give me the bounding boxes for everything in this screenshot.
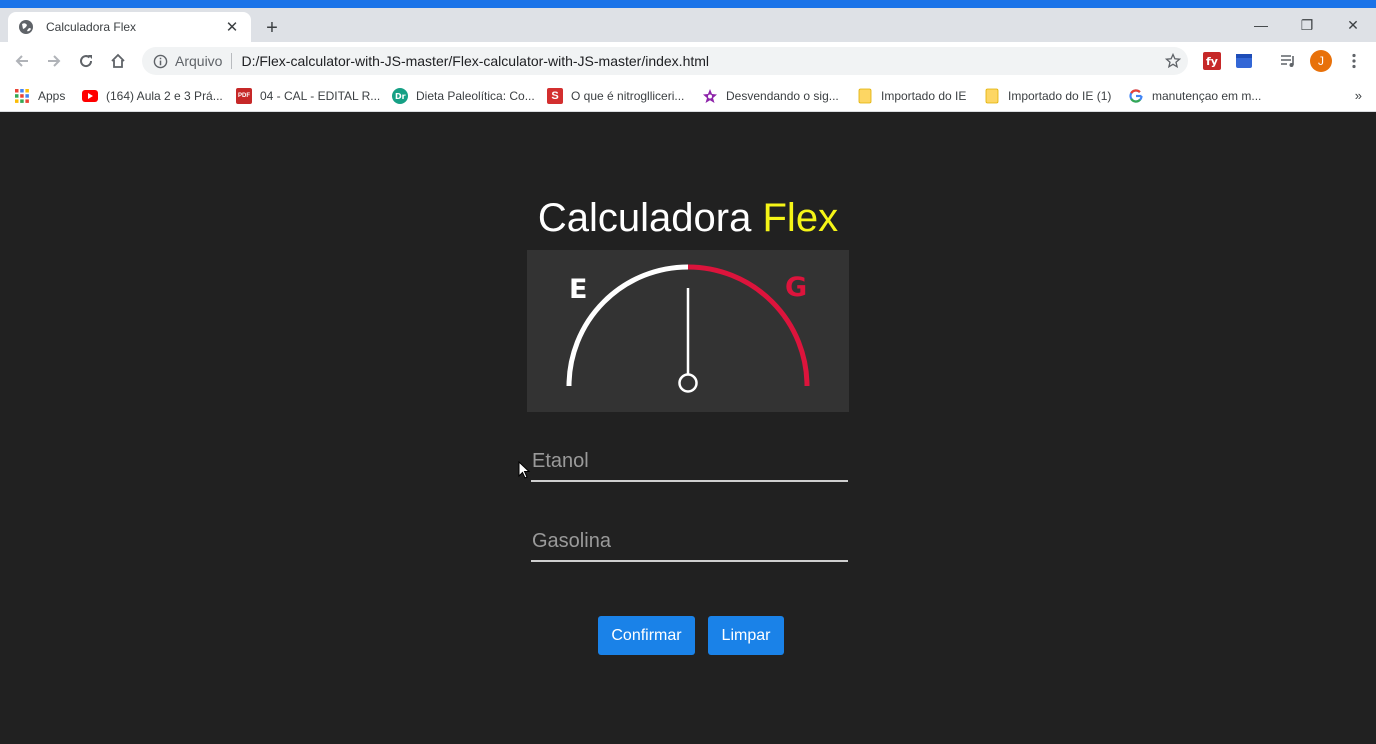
google-icon bbox=[1128, 88, 1144, 104]
bookmark-dieta[interactable]: Dr Dieta Paleolítica: Co... bbox=[392, 85, 535, 107]
bookmark-label: (164) Aula 2 e 3 Prá... bbox=[106, 89, 223, 103]
bookmark-label: Desvendando o sig... bbox=[726, 89, 839, 103]
bookmark-label: Importado do IE (1) bbox=[1008, 89, 1112, 103]
bookmark-label: 04 - CAL - EDITAL R... bbox=[260, 89, 381, 103]
bookmark-youtube[interactable]: (164) Aula 2 e 3 Prá... bbox=[82, 85, 223, 107]
address-bar[interactable]: Arquivo D:/Flex-calculator-with-JS-maste… bbox=[142, 47, 1188, 75]
site-dr-icon: Dr bbox=[392, 88, 408, 104]
bookmark-label: Importado do IE bbox=[881, 89, 967, 103]
etanol-input[interactable] bbox=[531, 442, 848, 480]
extension-calendar-icon[interactable] bbox=[1234, 51, 1254, 71]
info-icon[interactable] bbox=[152, 53, 168, 69]
restore-button[interactable]: ❐ bbox=[1284, 12, 1330, 38]
bookmark-label: Dieta Paleolítica: Co... bbox=[416, 89, 535, 103]
globe-icon bbox=[18, 19, 34, 35]
media-control-icon[interactable] bbox=[1278, 51, 1298, 71]
folder-icon bbox=[857, 88, 873, 104]
youtube-icon bbox=[82, 88, 98, 104]
folder-icon bbox=[984, 88, 1000, 104]
close-window-button[interactable]: ✕ bbox=[1330, 12, 1376, 38]
gasolina-field bbox=[531, 522, 848, 562]
back-button[interactable] bbox=[9, 48, 35, 74]
bookmark-pdf[interactable]: PDF 04 - CAL - EDITAL R... bbox=[236, 85, 380, 107]
gauge-label-g: G bbox=[785, 272, 807, 303]
page-content: Calculadora Flex E G Confirmar Limpar bbox=[0, 112, 1376, 744]
etanol-field bbox=[531, 442, 848, 482]
title-main: Calculadora bbox=[537, 196, 752, 240]
scheme-label: Arquivo bbox=[175, 53, 223, 69]
window-accent-strip bbox=[0, 0, 1376, 8]
tab-title: Calculadora Flex bbox=[46, 20, 137, 34]
bookmark-nitro[interactable]: S O que é nitroglliceri... bbox=[547, 85, 684, 107]
bookmark-star-icon[interactable] bbox=[1158, 47, 1188, 75]
browser-toolbar: Arquivo D:/Flex-calculator-with-JS-maste… bbox=[0, 42, 1376, 80]
svg-text:Dr: Dr bbox=[395, 92, 406, 101]
gauge-label-e: E bbox=[569, 274, 587, 305]
bookmark-folder-ie-1[interactable]: Importado do IE (1) bbox=[984, 85, 1111, 107]
svg-text:fy: fy bbox=[1206, 55, 1218, 68]
bookmark-label: O que é nitroglliceri... bbox=[571, 89, 685, 103]
home-icon bbox=[111, 53, 125, 68]
new-tab-button[interactable]: + bbox=[260, 16, 284, 40]
minimize-icon: — bbox=[1254, 17, 1268, 33]
page-title: Calculadora Flex bbox=[0, 196, 1376, 241]
pdf-icon: PDF bbox=[236, 88, 252, 104]
home-button[interactable] bbox=[105, 48, 131, 74]
tab-close-icon[interactable]: ✕ bbox=[223, 18, 241, 36]
bookmark-desvendando[interactable]: Desvendando o sig... bbox=[702, 85, 839, 107]
url-text[interactable]: D:/Flex-calculator-with-JS-master/Flex-c… bbox=[241, 53, 1158, 69]
restore-icon: ❐ bbox=[1300, 16, 1314, 33]
menu-dots-icon[interactable] bbox=[1344, 51, 1364, 71]
bookmark-folder-ie[interactable]: Importado do IE bbox=[857, 85, 966, 107]
bookmarks-overflow-button[interactable]: » bbox=[1355, 88, 1362, 103]
title-accent: Flex bbox=[762, 196, 839, 240]
minimize-button[interactable]: — bbox=[1238, 12, 1284, 38]
bookmark-google[interactable]: manutençao em m... bbox=[1128, 85, 1261, 107]
gasolina-input[interactable] bbox=[531, 522, 848, 560]
extension-fy-icon[interactable]: fy bbox=[1202, 51, 1222, 71]
mouse-cursor-icon bbox=[518, 461, 531, 479]
address-divider bbox=[231, 53, 233, 69]
close-icon: ✕ bbox=[1347, 16, 1359, 33]
forward-arrow-icon bbox=[48, 55, 61, 67]
bookmark-label: Apps bbox=[38, 89, 66, 103]
fuel-gauge: E G bbox=[527, 250, 849, 412]
bookmarks-bar: Apps (164) Aula 2 e 3 Prá... PDF 04 - CA… bbox=[0, 80, 1376, 112]
tab-bar: Calculadora Flex ✕ + — ❐ ✕ bbox=[0, 8, 1376, 42]
bookmark-apps[interactable]: Apps bbox=[14, 85, 65, 107]
bookmark-label: manutençao em m... bbox=[1152, 89, 1262, 103]
reload-button[interactable] bbox=[73, 48, 99, 74]
reload-icon bbox=[80, 55, 93, 68]
apps-grid-icon bbox=[14, 88, 30, 104]
browser-tab-active[interactable]: Calculadora Flex ✕ bbox=[8, 12, 251, 42]
gauge-pivot bbox=[678, 373, 698, 393]
profile-avatar[interactable]: J bbox=[1310, 50, 1332, 72]
site-s-icon: S bbox=[547, 88, 563, 104]
profile-initial: J bbox=[1318, 54, 1324, 68]
clear-button[interactable]: Limpar bbox=[708, 616, 784, 655]
flower-icon bbox=[702, 88, 718, 104]
back-arrow-icon bbox=[15, 55, 28, 67]
forward-button[interactable] bbox=[41, 48, 67, 74]
confirm-button[interactable]: Confirmar bbox=[598, 616, 695, 655]
